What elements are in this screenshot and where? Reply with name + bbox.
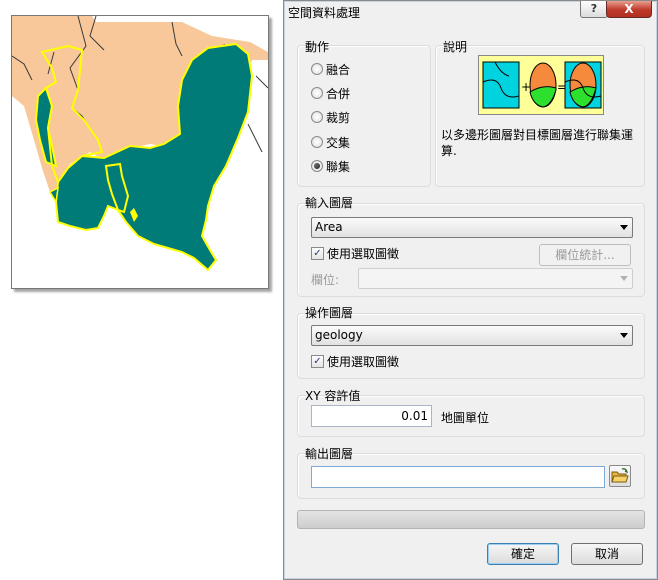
tolerance-input[interactable]: 0.01 [311, 405, 432, 427]
operation-group-label: 動作 [305, 40, 330, 54]
radio-dissolve-label: 融合 [326, 63, 351, 77]
union-diagram-icon: + = [478, 55, 604, 115]
input-use-selected-checkbox[interactable]: ✓ [311, 247, 324, 260]
radio-merge-label: 合併 [326, 87, 351, 101]
chevron-down-icon [620, 276, 628, 281]
close-button[interactable]: X [606, 1, 652, 18]
progress-bar [297, 510, 645, 529]
cancel-button[interactable]: 取消 [571, 543, 643, 565]
radio-clip-label: 裁剪 [326, 111, 351, 125]
input-layer-value: Area [315, 220, 343, 234]
description-text: 以多邊形圖層對目標圖層進行聯集運算. [441, 128, 634, 158]
dialog-title: 空間資料處理 [288, 6, 361, 20]
help-button[interactable]: ? [580, 1, 608, 18]
title-bar: 空間資料處理 ? X [284, 1, 657, 23]
output-layer-input[interactable] [311, 466, 605, 488]
map-preview [11, 15, 269, 289]
radio-intersect-label: 交集 [326, 136, 351, 150]
radio-dissolve-button[interactable] [311, 63, 323, 75]
input-use-selected-label: 使用選取圖徵 [327, 247, 400, 261]
map-graphic [11, 15, 269, 272]
tolerance-unit: 地圖單位 [441, 411, 490, 425]
folder-open-icon [611, 468, 629, 483]
overlay-layer-select[interactable]: geology [311, 325, 633, 346]
spatial-processing-dialog: 空間資料處理 ? X 動作 融合 合併 裁剪 交集 聯集 說明 + = 以多邊形… [283, 0, 658, 580]
browse-button[interactable] [609, 465, 631, 487]
description-group-label: 說明 [443, 40, 468, 54]
chevron-down-icon [620, 333, 628, 338]
radio-merge-button[interactable] [311, 87, 323, 99]
overlay-use-selected-checkbox[interactable]: ✓ [311, 355, 324, 368]
overlay-layer-group-label: 操作圖層 [305, 306, 354, 320]
field-label: 欄位: [311, 273, 340, 287]
radio-intersect-button[interactable] [311, 136, 323, 148]
radio-union-button[interactable] [311, 160, 323, 172]
tolerance-value: 0.01 [401, 409, 428, 423]
field-select[interactable] [358, 268, 633, 289]
ok-button[interactable]: 確定 [487, 543, 559, 565]
overlay-use-selected-label: 使用選取圖徵 [327, 355, 400, 369]
input-layer-select[interactable]: Area [311, 217, 633, 238]
output-layer-group-label: 輸出圖層 [305, 447, 354, 461]
radio-union-label: 聯集 [326, 160, 351, 174]
tolerance-group-label: XY 容許值 [305, 389, 361, 403]
overlay-layer-value: geology [315, 328, 363, 342]
field-statistics-button[interactable]: 欄位統計... [539, 244, 631, 266]
input-layer-group-label: 輸入圖層 [305, 196, 354, 210]
radio-clip-button[interactable] [311, 111, 323, 123]
chevron-down-icon [620, 225, 628, 230]
